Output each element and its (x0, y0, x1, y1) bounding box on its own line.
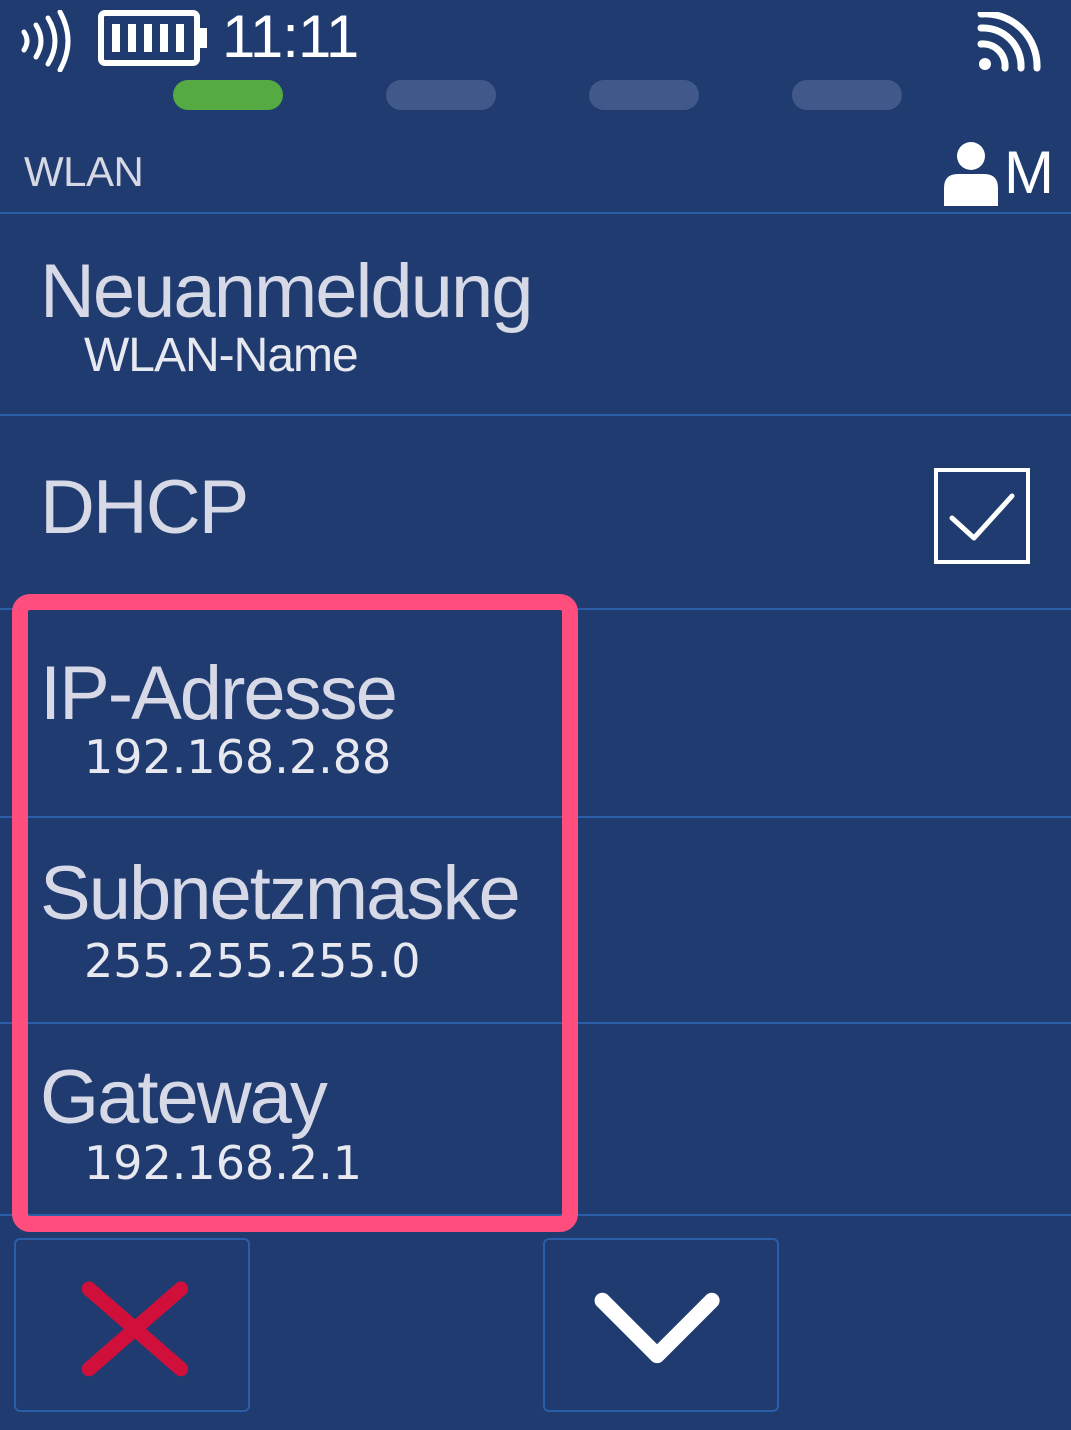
ip-address-row-title: IP-Adresse (40, 651, 398, 736)
chevron-down-icon (594, 1292, 720, 1364)
dhcp-row-title: DHCP (40, 465, 249, 550)
network-row-title: Neuanmeldung (40, 249, 533, 334)
clock: 11:11 (222, 3, 359, 70)
page-indicator (0, 80, 1071, 110)
gateway-row-title: Gateway (40, 1055, 328, 1140)
gateway-row-value: 192.168.2.1 (84, 1136, 362, 1190)
subnet-mask-row-title: Subnetzmaske (40, 851, 521, 936)
subnet-mask-row-value: 255.255.255.0 (84, 934, 421, 988)
battery-icon (98, 10, 207, 66)
page-header: WLAN M (0, 130, 1071, 214)
page-title: WLAN (24, 148, 144, 195)
user-icon (944, 142, 998, 206)
user-mode-label: M (1004, 139, 1054, 206)
checkmark-icon (949, 493, 1015, 541)
confirm-button[interactable] (543, 1238, 779, 1412)
subnet-mask-row[interactable]: Subnetzmaske 255.255.255.0 (0, 818, 1071, 1024)
ip-address-row-value: 192.168.2.88 (84, 730, 392, 784)
page-indicator-dot (792, 80, 902, 110)
dhcp-row[interactable]: DHCP (0, 416, 1071, 610)
gateway-row[interactable]: Gateway 192.168.2.1 (0, 1024, 1071, 1216)
dhcp-checkbox[interactable] (934, 468, 1030, 564)
cancel-button[interactable] (14, 1238, 250, 1412)
page-indicator-dot (386, 80, 496, 110)
network-row-value: WLAN-Name (84, 329, 359, 382)
close-icon (81, 1281, 189, 1377)
status-bar: 11:11 (0, 0, 1071, 78)
ip-address-row[interactable]: IP-Adresse 192.168.2.88 (0, 610, 1071, 818)
page-indicator-dot-active (173, 80, 283, 110)
wifi-signal-icon (977, 12, 1041, 72)
page-indicator-dot (589, 80, 699, 110)
network-row[interactable]: Neuanmeldung WLAN-Name (0, 214, 1071, 416)
nfc-icon (21, 10, 71, 72)
wlan-settings-screen: 11:11 WLAN M Neuanmeldung WLAN-Name DHCP (0, 0, 1071, 1430)
